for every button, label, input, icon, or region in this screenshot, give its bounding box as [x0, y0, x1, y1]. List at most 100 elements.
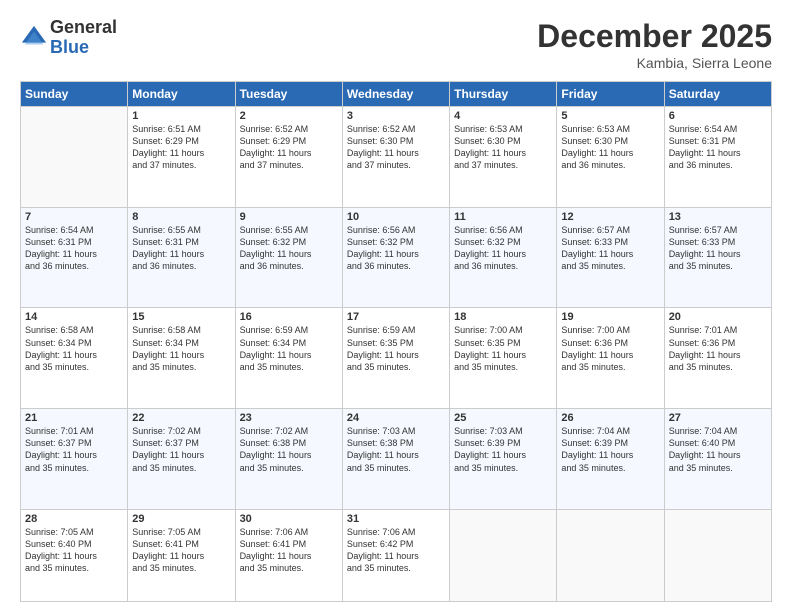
day-cell: 16Sunrise: 6:59 AMSunset: 6:34 PMDayligh… [235, 308, 342, 409]
logo-general: General [50, 18, 117, 38]
day-number: 1 [132, 110, 230, 122]
day-number: 16 [240, 311, 338, 323]
day-cell: 20Sunrise: 7:01 AMSunset: 6:36 PMDayligh… [664, 308, 771, 409]
day-cell: 9Sunrise: 6:55 AMSunset: 6:32 PMDaylight… [235, 207, 342, 308]
column-header-sunday: Sunday [21, 82, 128, 107]
day-cell: 21Sunrise: 7:01 AMSunset: 6:37 PMDayligh… [21, 409, 128, 510]
day-number: 20 [669, 311, 767, 323]
day-cell: 26Sunrise: 7:04 AMSunset: 6:39 PMDayligh… [557, 409, 664, 510]
month-title: December 2025 [537, 18, 772, 55]
day-info: Sunrise: 7:01 AMSunset: 6:37 PMDaylight:… [25, 425, 123, 474]
logo-text: General Blue [50, 18, 117, 58]
day-cell: 13Sunrise: 6:57 AMSunset: 6:33 PMDayligh… [664, 207, 771, 308]
page: General Blue December 2025 Kambia, Sierr… [0, 0, 792, 612]
day-number: 24 [347, 412, 445, 424]
day-info: Sunrise: 7:02 AMSunset: 6:38 PMDaylight:… [240, 425, 338, 474]
day-cell: 18Sunrise: 7:00 AMSunset: 6:35 PMDayligh… [450, 308, 557, 409]
day-info: Sunrise: 6:52 AMSunset: 6:29 PMDaylight:… [240, 123, 338, 172]
day-cell: 5Sunrise: 6:53 AMSunset: 6:30 PMDaylight… [557, 107, 664, 208]
day-info: Sunrise: 7:04 AMSunset: 6:40 PMDaylight:… [669, 425, 767, 474]
day-cell: 22Sunrise: 7:02 AMSunset: 6:37 PMDayligh… [128, 409, 235, 510]
day-number: 26 [561, 412, 659, 424]
day-number: 29 [132, 513, 230, 525]
day-cell: 31Sunrise: 7:06 AMSunset: 6:42 PMDayligh… [342, 509, 449, 601]
day-info: Sunrise: 6:56 AMSunset: 6:32 PMDaylight:… [347, 224, 445, 273]
day-cell [664, 509, 771, 601]
day-info: Sunrise: 7:04 AMSunset: 6:39 PMDaylight:… [561, 425, 659, 474]
day-number: 2 [240, 110, 338, 122]
week-row-1: 1Sunrise: 6:51 AMSunset: 6:29 PMDaylight… [21, 107, 772, 208]
day-cell [450, 509, 557, 601]
day-info: Sunrise: 7:00 AMSunset: 6:36 PMDaylight:… [561, 324, 659, 373]
day-cell: 7Sunrise: 6:54 AMSunset: 6:31 PMDaylight… [21, 207, 128, 308]
day-info: Sunrise: 6:58 AMSunset: 6:34 PMDaylight:… [25, 324, 123, 373]
day-number: 9 [240, 211, 338, 223]
day-info: Sunrise: 7:01 AMSunset: 6:36 PMDaylight:… [669, 324, 767, 373]
column-header-tuesday: Tuesday [235, 82, 342, 107]
week-row-2: 7Sunrise: 6:54 AMSunset: 6:31 PMDaylight… [21, 207, 772, 308]
calendar-header: SundayMondayTuesdayWednesdayThursdayFrid… [21, 82, 772, 107]
day-info: Sunrise: 6:53 AMSunset: 6:30 PMDaylight:… [561, 123, 659, 172]
logo-blue: Blue [50, 38, 117, 58]
day-number: 19 [561, 311, 659, 323]
day-number: 18 [454, 311, 552, 323]
header-row: SundayMondayTuesdayWednesdayThursdayFrid… [21, 82, 772, 107]
day-info: Sunrise: 6:59 AMSunset: 6:34 PMDaylight:… [240, 324, 338, 373]
column-header-monday: Monday [128, 82, 235, 107]
day-number: 5 [561, 110, 659, 122]
day-info: Sunrise: 6:52 AMSunset: 6:30 PMDaylight:… [347, 123, 445, 172]
day-number: 15 [132, 311, 230, 323]
day-info: Sunrise: 6:55 AMSunset: 6:32 PMDaylight:… [240, 224, 338, 273]
logo: General Blue [20, 18, 117, 58]
day-cell: 6Sunrise: 6:54 AMSunset: 6:31 PMDaylight… [664, 107, 771, 208]
day-number: 4 [454, 110, 552, 122]
day-cell: 24Sunrise: 7:03 AMSunset: 6:38 PMDayligh… [342, 409, 449, 510]
day-cell: 15Sunrise: 6:58 AMSunset: 6:34 PMDayligh… [128, 308, 235, 409]
day-cell [21, 107, 128, 208]
day-cell: 10Sunrise: 6:56 AMSunset: 6:32 PMDayligh… [342, 207, 449, 308]
day-number: 23 [240, 412, 338, 424]
day-number: 6 [669, 110, 767, 122]
column-header-friday: Friday [557, 82, 664, 107]
day-number: 12 [561, 211, 659, 223]
day-cell: 25Sunrise: 7:03 AMSunset: 6:39 PMDayligh… [450, 409, 557, 510]
day-info: Sunrise: 7:05 AMSunset: 6:41 PMDaylight:… [132, 526, 230, 575]
day-info: Sunrise: 7:05 AMSunset: 6:40 PMDaylight:… [25, 526, 123, 575]
column-header-saturday: Saturday [664, 82, 771, 107]
day-cell: 14Sunrise: 6:58 AMSunset: 6:34 PMDayligh… [21, 308, 128, 409]
day-info: Sunrise: 6:56 AMSunset: 6:32 PMDaylight:… [454, 224, 552, 273]
day-number: 14 [25, 311, 123, 323]
day-number: 17 [347, 311, 445, 323]
day-cell: 27Sunrise: 7:04 AMSunset: 6:40 PMDayligh… [664, 409, 771, 510]
day-number: 7 [25, 211, 123, 223]
day-number: 27 [669, 412, 767, 424]
day-cell: 29Sunrise: 7:05 AMSunset: 6:41 PMDayligh… [128, 509, 235, 601]
day-number: 25 [454, 412, 552, 424]
calendar-table: SundayMondayTuesdayWednesdayThursdayFrid… [20, 81, 772, 602]
day-cell: 3Sunrise: 6:52 AMSunset: 6:30 PMDaylight… [342, 107, 449, 208]
day-number: 28 [25, 513, 123, 525]
day-number: 30 [240, 513, 338, 525]
day-info: Sunrise: 7:03 AMSunset: 6:39 PMDaylight:… [454, 425, 552, 474]
day-info: Sunrise: 6:57 AMSunset: 6:33 PMDaylight:… [669, 224, 767, 273]
day-cell: 23Sunrise: 7:02 AMSunset: 6:38 PMDayligh… [235, 409, 342, 510]
calendar-body: 1Sunrise: 6:51 AMSunset: 6:29 PMDaylight… [21, 107, 772, 602]
day-cell: 17Sunrise: 6:59 AMSunset: 6:35 PMDayligh… [342, 308, 449, 409]
day-cell: 19Sunrise: 7:00 AMSunset: 6:36 PMDayligh… [557, 308, 664, 409]
day-info: Sunrise: 6:53 AMSunset: 6:30 PMDaylight:… [454, 123, 552, 172]
day-number: 13 [669, 211, 767, 223]
day-number: 31 [347, 513, 445, 525]
day-number: 21 [25, 412, 123, 424]
day-cell: 28Sunrise: 7:05 AMSunset: 6:40 PMDayligh… [21, 509, 128, 601]
day-info: Sunrise: 6:57 AMSunset: 6:33 PMDaylight:… [561, 224, 659, 273]
day-info: Sunrise: 6:55 AMSunset: 6:31 PMDaylight:… [132, 224, 230, 273]
day-info: Sunrise: 7:06 AMSunset: 6:41 PMDaylight:… [240, 526, 338, 575]
day-info: Sunrise: 7:03 AMSunset: 6:38 PMDaylight:… [347, 425, 445, 474]
day-info: Sunrise: 6:59 AMSunset: 6:35 PMDaylight:… [347, 324, 445, 373]
day-info: Sunrise: 7:00 AMSunset: 6:35 PMDaylight:… [454, 324, 552, 373]
day-info: Sunrise: 6:54 AMSunset: 6:31 PMDaylight:… [25, 224, 123, 273]
day-info: Sunrise: 6:51 AMSunset: 6:29 PMDaylight:… [132, 123, 230, 172]
day-cell: 4Sunrise: 6:53 AMSunset: 6:30 PMDaylight… [450, 107, 557, 208]
day-number: 3 [347, 110, 445, 122]
week-row-3: 14Sunrise: 6:58 AMSunset: 6:34 PMDayligh… [21, 308, 772, 409]
